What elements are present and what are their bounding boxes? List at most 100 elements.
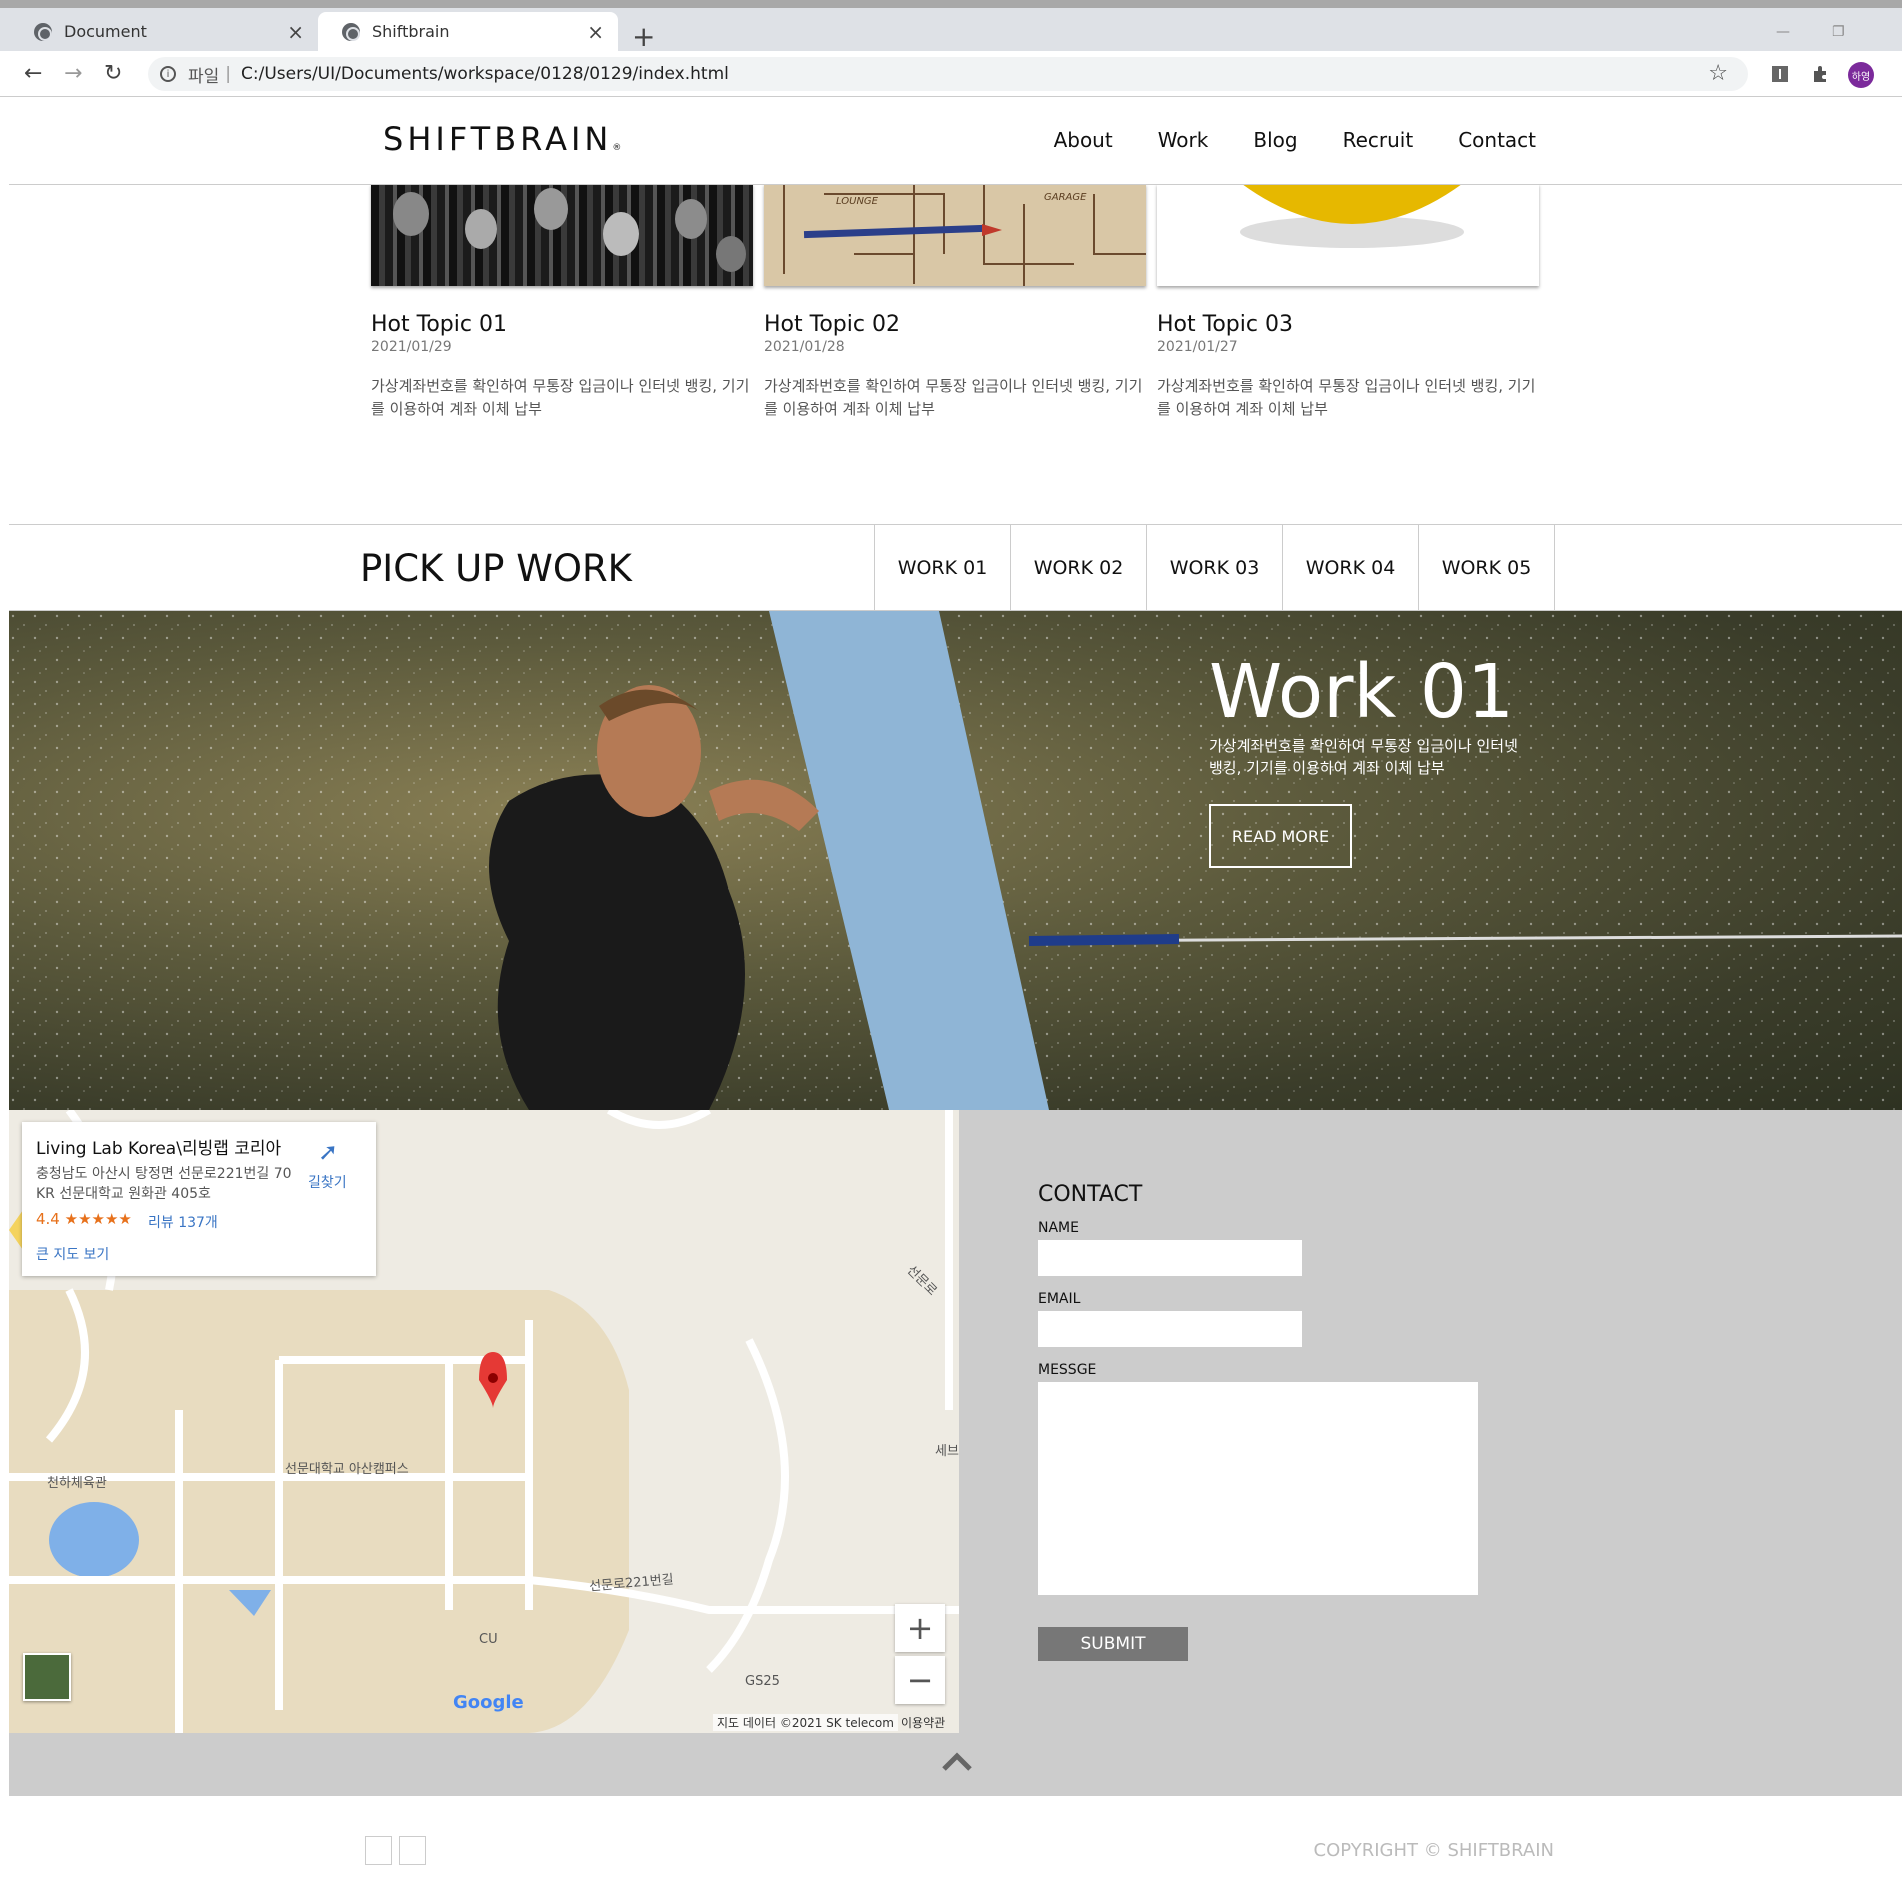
tab-document[interactable]: Document × — [10, 12, 318, 51]
new-tab-icon[interactable]: + — [632, 20, 655, 53]
email-label: EMAIL — [1038, 1291, 1081, 1307]
globe-icon — [34, 22, 52, 41]
topic-image-blueprint: LOUNGE GARAGE — [764, 184, 1146, 286]
name-label: NAME — [1038, 1220, 1079, 1236]
logo[interactable]: SHIFTBRAIN® — [383, 120, 621, 158]
hero-description: 가상계좌번호를 확인하여 무통장 입금이나 인터넷뱅킹, 기기를 이용하여 계좌… — [1209, 737, 1518, 777]
tab-work-05[interactable]: WORK 05 — [1419, 525, 1555, 610]
site-header: SHIFTBRAIN® About Work Blog Recruit Cont… — [9, 98, 1902, 185]
extension-square-icon[interactable] — [1771, 65, 1789, 83]
avatar[interactable]: 하영 — [1848, 62, 1874, 88]
logo-text: SHIFTBRAIN — [383, 120, 613, 158]
topic-text: 가상계좌번호를 확인하여 무통장 입금이나 인터넷 뱅킹, 기기를 이용하여 계… — [1157, 377, 1536, 418]
url-field[interactable]: i 파일 | C:/Users/UI/Documents/workspace/0… — [148, 57, 1748, 91]
nav-contact[interactable]: Contact — [1458, 128, 1536, 152]
reviews-link[interactable]: 리뷰 137개 — [148, 1212, 218, 1232]
rating-value: 4.4 — [36, 1210, 60, 1228]
tab-title: Shiftbrain — [372, 22, 450, 41]
place-rating: 4.4 ★★★★★ — [36, 1210, 132, 1228]
message-field[interactable] — [1038, 1382, 1478, 1595]
work-tabs: WORK 01 WORK 02 WORK 03 WORK 04 WORK 05 — [874, 525, 1555, 610]
topic-date: 2021/01/29 — [371, 339, 452, 355]
tab-bar: Document × Shiftbrain × + — ❐ — [0, 8, 1902, 53]
terms-link[interactable]: 이용약관 — [901, 1714, 945, 1731]
map-label-gym: 천하체육관 — [47, 1476, 107, 1491]
read-more-button[interactable]: READ MORE — [1209, 804, 1352, 868]
restore-icon[interactable]: ❐ — [1832, 24, 1845, 40]
satellite-toggle[interactable] — [23, 1653, 71, 1701]
close-tab-icon[interactable]: × — [287, 20, 304, 44]
rating-stars: ★★★★★ — [64, 1210, 132, 1228]
url-separator: | — [225, 64, 232, 84]
pickup-work-bar: PICK UP WORK WORK 01 WORK 02 WORK 03 WOR… — [9, 524, 1902, 611]
place-info-card: Living Lab Korea\리빙랩 코리아 충청남도 아산시 탕정면 선문… — [22, 1122, 376, 1276]
directions-icon[interactable]: ➚ — [318, 1138, 342, 1166]
page-viewport: SHIFTBRAIN® About Work Blog Recruit Cont… — [9, 98, 1902, 1896]
topic-text: 가상계좌번호를 확인하여 무통장 입금이나 인터넷 뱅킹, 기기를 이용하여 계… — [764, 377, 1143, 418]
url-scheme: 파일 — [188, 66, 220, 87]
google-map[interactable]: Living Lab Korea\리빙랩 코리아 충청남도 아산시 탕정면 선문… — [9, 1110, 959, 1733]
blueprint-photo: LOUNGE GARAGE — [783, 184, 1146, 286]
puzzle-icon[interactable] — [1811, 65, 1829, 83]
footer: COPYRIGHT © SHIFTBRAIN — [9, 1796, 1902, 1896]
tab-work-02[interactable]: WORK 02 — [1011, 525, 1147, 610]
topic-card[interactable]: LOUNGE GARAGE Hot Topic 02 2021/01/28 가상… — [764, 184, 1146, 421]
message-label: MESSGE — [1038, 1362, 1097, 1378]
map-label-gs25: GS25 — [745, 1674, 780, 1689]
back-icon[interactable]: ← — [24, 61, 42, 86]
info-icon[interactable]: i — [160, 66, 176, 82]
topic-image-ball — [1157, 184, 1539, 286]
nav-recruit[interactable]: Recruit — [1343, 128, 1414, 152]
minimize-icon[interactable]: — — [1776, 24, 1790, 40]
topic-image-crowd — [371, 184, 753, 286]
nav-about[interactable]: About — [1054, 128, 1113, 152]
copyright: COPYRIGHT © SHIFTBRAIN — [1313, 1840, 1554, 1861]
place-name: Living Lab Korea\리빙랩 코리아 — [36, 1139, 282, 1159]
url-text: C:/Users/UI/Documents/workspace/0128/012… — [241, 64, 729, 84]
zoom-out-button[interactable]: − — [895, 1656, 945, 1704]
sns-icon[interactable] — [399, 1836, 426, 1865]
yellow-ball-photo — [1240, 184, 1464, 248]
forward-icon[interactable]: → — [64, 61, 82, 86]
globe-icon — [342, 22, 360, 41]
reload-icon[interactable]: ↻ — [104, 61, 122, 86]
hero-title: Work 01 — [1209, 649, 1515, 735]
topic-date: 2021/01/27 — [1157, 339, 1238, 355]
blueprint-label-garage: GARAGE — [1044, 192, 1087, 203]
tab-work-01[interactable]: WORK 01 — [875, 525, 1011, 610]
close-tab-icon[interactable]: × — [587, 20, 604, 44]
topic-title[interactable]: Hot Topic 01 — [371, 312, 753, 337]
tab-shiftbrain[interactable]: Shiftbrain × — [318, 12, 618, 51]
map-attribution: 지도 데이터 ©2021 SK telecom — [713, 1714, 898, 1731]
contact-title: CONTACT — [1038, 1182, 1143, 1207]
email-field[interactable] — [1038, 1311, 1302, 1347]
section-title: PICK UP WORK — [360, 547, 632, 590]
directions-link[interactable]: 길찾기 — [308, 1172, 347, 1192]
chevron-up-icon[interactable] — [942, 1751, 972, 1771]
larger-map-link[interactable]: 큰 지도 보기 — [36, 1244, 109, 1264]
map-label-cu: CU — [479, 1632, 498, 1647]
map-label-campus: 선문대학교 아산캠퍼스 — [285, 1462, 409, 1477]
topic-title[interactable]: Hot Topic 02 — [764, 312, 1146, 337]
wakeboarder-photo — [9, 611, 1902, 1110]
topic-card[interactable]: Hot Topic 03 2021/01/27 가상계좌번호를 확인하여 무통장… — [1157, 184, 1539, 421]
tab-title: Document — [64, 22, 147, 41]
window-frame — [0, 0, 1902, 8]
topic-date: 2021/01/28 — [764, 339, 845, 355]
blueprint-label-lounge: LOUNGE — [836, 196, 879, 207]
tab-work-03[interactable]: WORK 03 — [1147, 525, 1283, 610]
submit-button[interactable]: SUBMIT — [1038, 1627, 1188, 1661]
topic-title[interactable]: Hot Topic 03 — [1157, 312, 1539, 337]
back-to-top-bar — [9, 1733, 1902, 1796]
name-field[interactable] — [1038, 1240, 1302, 1276]
tab-work-04[interactable]: WORK 04 — [1283, 525, 1419, 610]
nav-blog[interactable]: Blog — [1253, 128, 1297, 152]
topic-card[interactable]: Hot Topic 01 2021/01/29 가상계좌번호를 확인하여 무통장… — [371, 184, 753, 421]
nav-work[interactable]: Work — [1158, 128, 1209, 152]
sns-icon[interactable] — [365, 1836, 392, 1865]
registered-mark: ® — [612, 143, 622, 153]
bookmark-star-icon[interactable]: ☆ — [1708, 61, 1728, 86]
google-logo: Google — [453, 1692, 524, 1713]
crowd-photo — [393, 188, 746, 272]
zoom-in-button[interactable]: + — [895, 1604, 945, 1652]
